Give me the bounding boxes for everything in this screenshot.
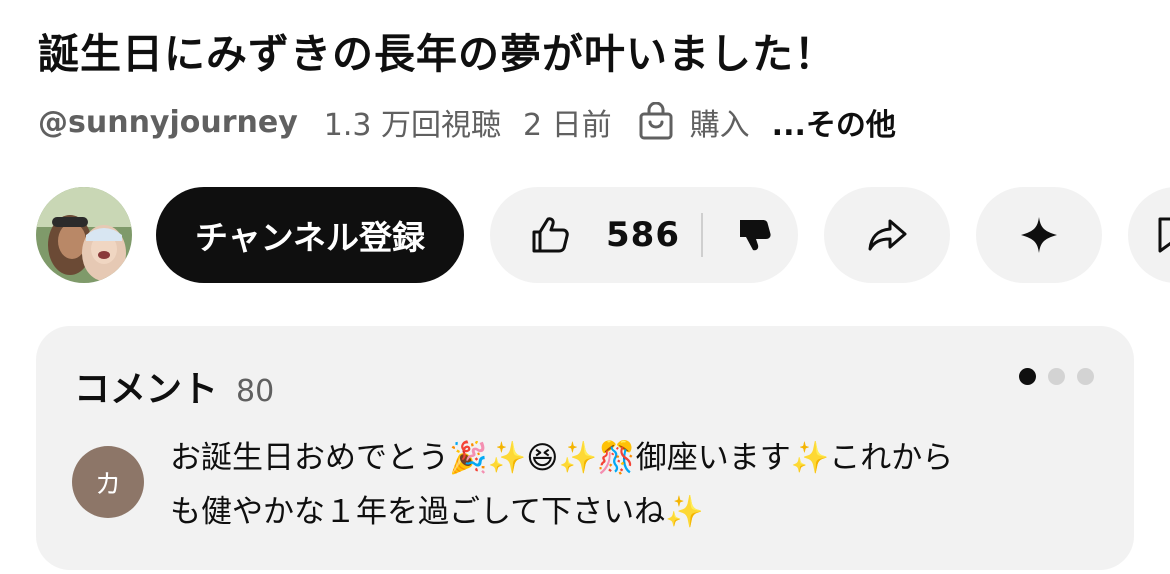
commenter-avatar[interactable]: カ [72,446,144,518]
dislike-button[interactable] [726,187,782,283]
like-count: 586 [606,215,680,255]
share-icon [865,213,909,257]
upload-date: 2 日前 [523,108,612,143]
subscribe-button[interactable]: チャンネル登録 [156,187,464,283]
shopping-bag-icon[interactable] [636,102,676,142]
thumbs-up-icon [528,213,572,257]
save-button[interactable] [1128,187,1170,283]
comment-body: お誕生日おめでとう🎉✨😆✨🎊御座います✨これから も健やかな１年を過ごして下さい… [170,431,1090,539]
like-button[interactable]: 586 [490,187,680,283]
comments-header: コメント 80 [74,360,274,412]
channel-avatar[interactable] [36,187,132,283]
comments-panel[interactable]: コメント 80 カ お誕生日おめでとう🎉✨😆✨🎊御座います✨これから も健やかな… [36,326,1134,570]
ask-button[interactable] [976,187,1102,283]
pager-dot [1077,368,1094,385]
comments-title: コメント [74,369,219,410]
like-dislike-group: 586 [490,187,798,283]
comment-line: お誕生日おめでとう🎉✨😆✨🎊御座います✨これから [170,440,954,476]
thumbs-down-icon [734,215,774,255]
action-row: チャンネル登録 586 [36,187,1170,283]
pager-dot [1048,368,1065,385]
pager-dot-active [1019,368,1036,385]
share-button[interactable] [824,187,950,283]
video-details-page: 誕生日にみずきの長年の夢が叶いました！ @sunnyjourney 1.3 万回… [0,0,1170,574]
channel-handle[interactable]: @sunnyjourney [38,105,298,140]
like-divider [701,213,703,257]
save-icon [1156,215,1170,255]
comments-count: 80 [236,374,275,409]
more-link[interactable]: ...その他 [772,100,896,144]
video-meta-row[interactable]: @sunnyjourney 1.3 万回視聴 2 日前 購入 ...その他 [38,100,896,144]
sparkle-icon [1019,215,1059,255]
video-title: 誕生日にみずきの長年の夢が叶いました！ [38,30,836,78]
comments-pager [1019,368,1094,385]
comment-line: も健やかな１年を過ごして下さいね✨ [170,494,704,530]
view-count: 1.3 万回視聴 [323,108,502,143]
buy-link[interactable]: 購入 [690,100,750,144]
